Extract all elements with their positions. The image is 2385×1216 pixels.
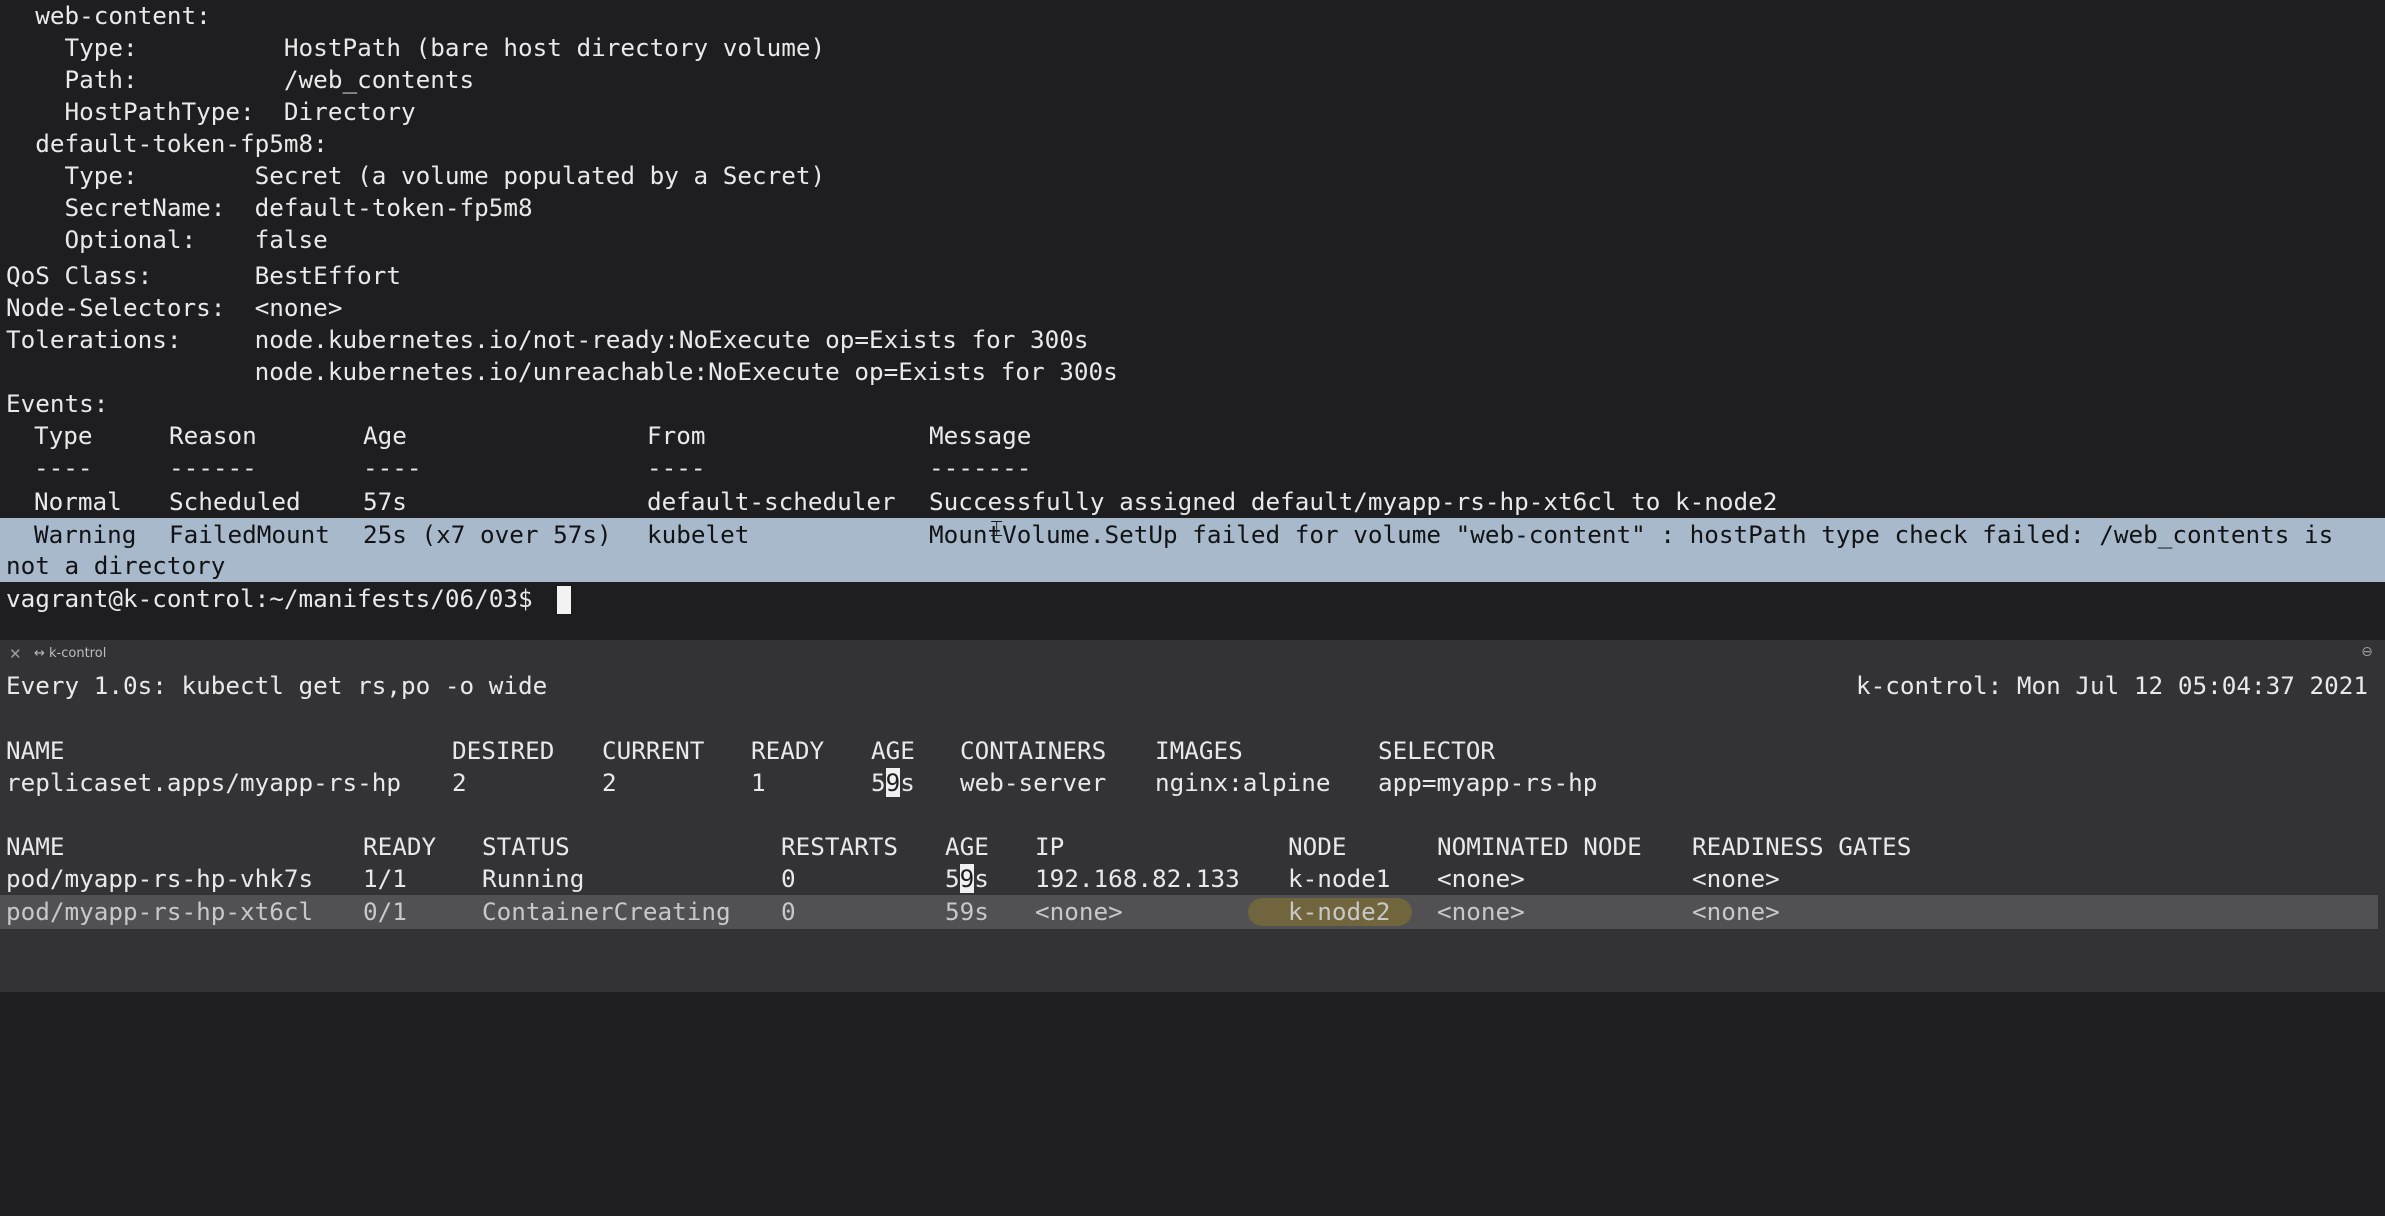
pod-ip: 192.168.82.133: [1035, 864, 1240, 893]
col-restarts: RESTARTS: [781, 832, 899, 861]
describe-line: default-token-fp5m8:: [6, 129, 328, 158]
event-age: 25s (x7 over 57s): [363, 520, 612, 549]
col-name: NAME: [6, 736, 65, 765]
event-row-selected[interactable]: Warning FailedMount 25s (x7 over 57s) ku…: [0, 519, 2385, 551]
dash: -------: [929, 453, 1032, 482]
event-type: Normal: [34, 487, 122, 516]
describe-line: web-content:: [6, 1, 211, 30]
describe-line: Type: Secret (a volume populated by a Se…: [6, 161, 826, 190]
describe-line: Tolerations: node.kubernetes.io/not-read…: [6, 325, 1089, 354]
watch-command: Every 1.0s: kubectl get rs,po -o wide: [6, 671, 548, 700]
describe-line: Type: HostPath (bare host directory volu…: [6, 33, 826, 62]
pane-tab-bar: ✕ ↔ k-control ⊖: [0, 640, 2385, 670]
col-desired: DESIRED: [452, 736, 555, 765]
describe-line: Optional: false: [6, 225, 328, 254]
text-cursor: [557, 586, 571, 614]
event-from: default-scheduler: [647, 487, 896, 516]
col-ready: READY: [363, 832, 437, 861]
pod-age: 59s: [945, 897, 989, 926]
maximize-icon[interactable]: ⊖: [2359, 644, 2375, 660]
pod-name: pod/myapp-rs-hp-vhk7s: [6, 864, 314, 893]
event-from: kubelet: [647, 520, 750, 549]
pod-ip: <none>: [1035, 897, 1123, 926]
rs-current: 2: [602, 768, 617, 797]
col-age: AGE: [945, 832, 989, 861]
pod-node: k-node2: [1288, 897, 1391, 926]
pod-nominated: <none>: [1437, 864, 1525, 893]
event-message-wrap: not a directory: [6, 551, 226, 580]
pane-title: ↔ k-control: [34, 646, 107, 661]
describe-line: QoS Class: BestEffort: [6, 261, 401, 290]
pod-gates: <none>: [1692, 897, 1780, 926]
close-icon[interactable]: ✕: [9, 645, 22, 663]
event-reason: Scheduled: [169, 487, 301, 516]
dash: ----: [647, 453, 706, 482]
col-images: IMAGES: [1155, 736, 1243, 765]
event-message: Successfully assigned default/myapp-rs-h…: [929, 487, 1778, 516]
event-reason: FailedMount: [169, 520, 330, 549]
rs-images: nginx:alpine: [1155, 768, 1331, 797]
event-row[interactable]: Normal Scheduled 57s default-scheduler S…: [0, 486, 2385, 518]
rs-name: replicaset.apps/myapp-rs-hp: [6, 768, 401, 797]
pod-status: Running: [482, 864, 585, 893]
col-readiness-gates: READINESS GATES: [1692, 832, 1912, 861]
pod-name: pod/myapp-rs-hp-xt6cl: [6, 897, 314, 926]
pod-restarts: 0: [781, 897, 796, 926]
events-col-age: Age: [363, 421, 407, 450]
col-age: AGE: [871, 736, 915, 765]
describe-line: Node-Selectors: <none>: [6, 293, 343, 322]
col-nominated-node: NOMINATED NODE: [1437, 832, 1642, 861]
events-dash-row: ---- ------ ---- ---- -------: [0, 452, 2385, 484]
table-row[interactable]: pod/myapp-rs-hp-vhk7s 1/1 Running 0 59s …: [0, 863, 2385, 895]
pod-ready: 1/1: [363, 864, 407, 893]
events-header-row: Type Reason Age From Message: [0, 420, 2385, 452]
col-containers: CONTAINERS: [960, 736, 1107, 765]
col-status: STATUS: [482, 832, 570, 861]
pod-header-row: NAME READY STATUS RESTARTS AGE IP NODE N…: [0, 831, 2385, 863]
ibeam-cursor-icon: ⌶: [990, 517, 1004, 542]
pod-age: 59s: [945, 864, 989, 893]
shell-prompt[interactable]: vagrant@k-control:~/manifests/06/03$: [6, 583, 547, 615]
rs-selector: app=myapp-rs-hp: [1378, 768, 1598, 797]
pod-nominated: <none>: [1437, 897, 1525, 926]
event-message: MountVolume.SetUp failed for volume "web…: [929, 520, 2334, 549]
watch-timestamp: k-control: Mon Jul 12 05:04:37 2021: [1856, 671, 2368, 700]
table-row[interactable]: replicaset.apps/myapp-rs-hp 2 2 1 59s we…: [0, 767, 2385, 799]
describe-line: SecretName: default-token-fp5m8: [6, 193, 533, 222]
pod-ready: 0/1: [363, 897, 407, 926]
describe-line: HostPathType: Directory: [6, 97, 416, 126]
dash: ----: [34, 453, 93, 482]
events-col-message: Message: [929, 421, 1032, 450]
dash: ----: [363, 453, 422, 482]
events-heading: Events:: [6, 389, 109, 418]
col-ip: IP: [1035, 832, 1065, 861]
rs-header-row: NAME DESIRED CURRENT READY AGE CONTAINER…: [0, 735, 2385, 767]
dash: ------: [169, 453, 257, 482]
pod-restarts: 0: [781, 864, 796, 893]
events-col-type: Type: [34, 421, 93, 450]
rs-age: 59s: [871, 768, 915, 797]
rs-ready: 1: [751, 768, 766, 797]
describe-line: node.kubernetes.io/unreachable:NoExecute…: [6, 357, 1118, 386]
events-col-reason: Reason: [169, 421, 257, 450]
rs-desired: 2: [452, 768, 467, 797]
col-name: NAME: [6, 832, 65, 861]
pod-status: ContainerCreating: [482, 897, 731, 926]
pod-gates: <none>: [1692, 864, 1780, 893]
describe-line: Path: /web_contents: [6, 65, 475, 94]
events-col-from: From: [647, 421, 706, 450]
col-node: NODE: [1288, 832, 1347, 861]
col-current: CURRENT: [602, 736, 705, 765]
rs-containers: web-server: [960, 768, 1107, 797]
pod-node: k-node1: [1288, 864, 1391, 893]
col-selector: SELECTOR: [1378, 736, 1496, 765]
event-age: 57s: [363, 487, 407, 516]
table-row-selected[interactable]: pod/myapp-rs-hp-xt6cl 0/1 ContainerCreat…: [0, 896, 2385, 928]
col-ready: READY: [751, 736, 825, 765]
event-type: Warning: [34, 520, 137, 549]
